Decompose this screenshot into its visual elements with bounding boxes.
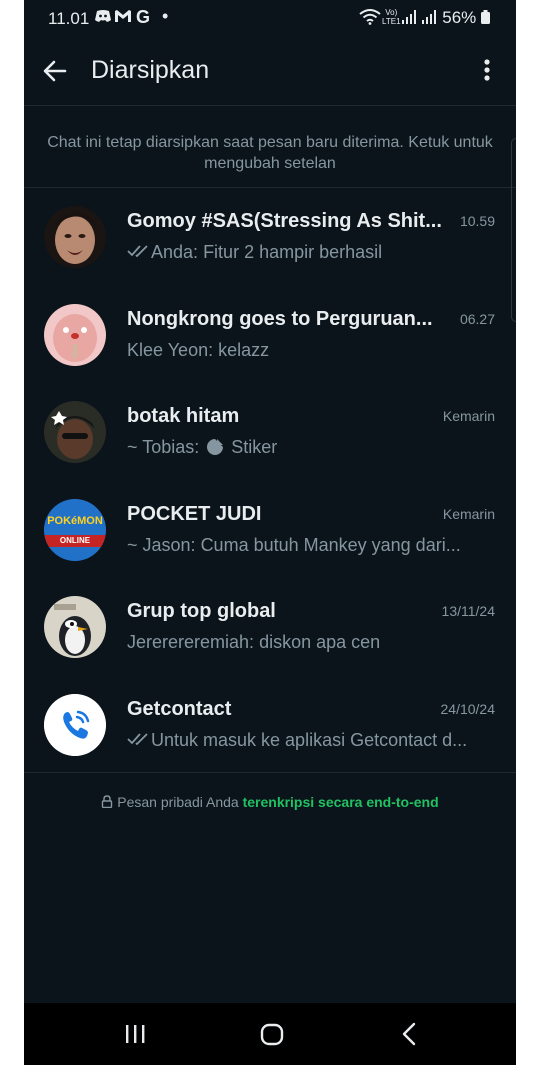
avatar [44, 303, 106, 366]
preview-sender: ~ Jason: [127, 534, 196, 555]
chat-name: botak hitam [127, 405, 240, 427]
wifi-icon [359, 9, 381, 29]
preview-text: kelazz [218, 339, 270, 360]
preview-text: Stiker [231, 437, 278, 457]
chat-time: 10.59 [459, 213, 495, 229]
preview-text: Cuma butuh Mankey yang dari... [200, 534, 461, 555]
gmail-icon [114, 9, 132, 27]
chat-list: Gomoy #SAS(Stressing As Shit... 10.59 An… [24, 188, 516, 773]
encryption-link[interactable]: terenkripsi secara end-to-end [243, 794, 439, 810]
chat-name: POCKET JUDI [127, 502, 262, 525]
encryption-text: Pesan pribadi Anda [117, 794, 239, 810]
google-icon: G [136, 7, 151, 27]
chat-row-getcontact[interactable]: Getcontact 24/10/24 Untuk masuk ke aplik… [24, 676, 516, 774]
volte-label: Vo) [385, 8, 398, 17]
signal-icon-2 [422, 10, 436, 28]
status-bar: 11.01 G • Vo) LTE1 56% [24, 0, 516, 36]
app-bar: Diarsipkan [24, 36, 516, 106]
chat-preview: ~ Jason: Cuma butuh Mankey yang dari... [127, 535, 492, 556]
preview-sender: Jererereremiah: [127, 632, 255, 652]
pocket-logo-bottom: ONLINE [59, 535, 91, 545]
lock-icon [102, 795, 113, 809]
chat-name: Grup top global [127, 600, 276, 622]
avatar: POKéMON ONLINE [44, 498, 106, 561]
page-title: Diarsipkan [91, 56, 210, 84]
scroll-indicator [511, 138, 516, 322]
status-time: 11.01 [48, 9, 90, 28]
home-icon [260, 1023, 284, 1046]
preview-sender: Anda: [151, 242, 199, 262]
navigation-bar [24, 1003, 516, 1065]
more-vertical-icon [484, 59, 490, 81]
chat-preview: ~ Tobias: Stiker [127, 437, 492, 458]
avatar [44, 693, 106, 756]
chat-time: 06.27 [459, 310, 495, 327]
chat-row-botak-hitam[interactable]: botak hitam Kemarin ~ Tobias: Stiker [24, 383, 516, 481]
recent-apps-icon [126, 1025, 145, 1043]
back-button[interactable] [38, 54, 72, 88]
recent-apps-button[interactable] [118, 1017, 152, 1051]
preview-sender: ~ Tobias: [127, 437, 200, 457]
list-divider [24, 772, 516, 773]
double-check-icon [127, 732, 148, 745]
chevron-left-icon [402, 1022, 416, 1046]
chat-name: Getcontact [127, 697, 232, 720]
avatar [44, 401, 106, 463]
back-nav-button[interactable] [393, 1017, 427, 1051]
phone-icon [44, 693, 106, 756]
chat-preview: Anda: Fitur 2 hampir berhasil [127, 242, 492, 263]
chat-row-nongkrong[interactable]: Nongkrong goes to Perguruan... 06.27 Kle… [24, 286, 516, 384]
sticker-icon [207, 439, 224, 455]
chat-preview: Untuk masuk ke aplikasi Getcontact d... [127, 730, 492, 751]
chat-row-pocket-judi[interactable]: POKéMON ONLINE POCKET JUDI Kemarin ~ Jas… [24, 481, 516, 579]
battery-icon [481, 10, 490, 24]
battery-text: 56% [442, 8, 477, 27]
more-options-button[interactable] [472, 54, 502, 88]
chat-time: 13/11/24 [441, 603, 495, 619]
preview-text: Fitur 2 hampir berhasil [203, 242, 383, 262]
lte-label: LTE1 [382, 17, 401, 26]
avatar [44, 206, 106, 268]
preview-text: Untuk masuk ke aplikasi Getcontact d... [151, 729, 468, 750]
avatar [44, 596, 106, 658]
preview-sender: Klee Yeon: [127, 339, 214, 360]
pocket-logo-top: POKéMON [47, 514, 103, 527]
chat-time: Kemarin [442, 408, 495, 424]
chat-name: Gomoy #SAS(Stressing As Shit... [127, 210, 442, 232]
double-check-icon [127, 245, 148, 258]
battery-percent: 56% [442, 8, 490, 28]
phone-screen: 11.01 G • Vo) LTE1 56% Diarsipkan Chat i… [24, 0, 516, 1065]
dot-icon: • [162, 6, 169, 26]
chat-preview: Klee Yeon: kelazz [127, 340, 492, 361]
chat-time: 24/10/24 [440, 700, 496, 717]
archive-settings-info[interactable]: Chat ini tetap diarsipkan saat pesan bar… [24, 106, 516, 188]
discord-icon [94, 9, 112, 27]
chat-row-grup-top-global[interactable]: Grup top global 13/11/24 Jererereremiah:… [24, 578, 516, 676]
chat-name: Nongkrong goes to Perguruan... [127, 307, 433, 330]
volte-icon: Vo) LTE1 [382, 8, 401, 26]
chat-time: Kemarin [442, 505, 495, 522]
chat-preview: Jererereremiah: diskon apa cen [127, 632, 492, 653]
home-button[interactable] [255, 1017, 289, 1051]
preview-text: diskon apa cen [259, 632, 381, 652]
arrow-left-icon [43, 60, 67, 82]
encryption-note: Pesan pribadi Anda terenkripsi secara en… [24, 794, 516, 810]
chat-row-gomoy[interactable]: Gomoy #SAS(Stressing As Shit... 10.59 An… [24, 188, 516, 286]
signal-icon-1 [402, 10, 416, 28]
